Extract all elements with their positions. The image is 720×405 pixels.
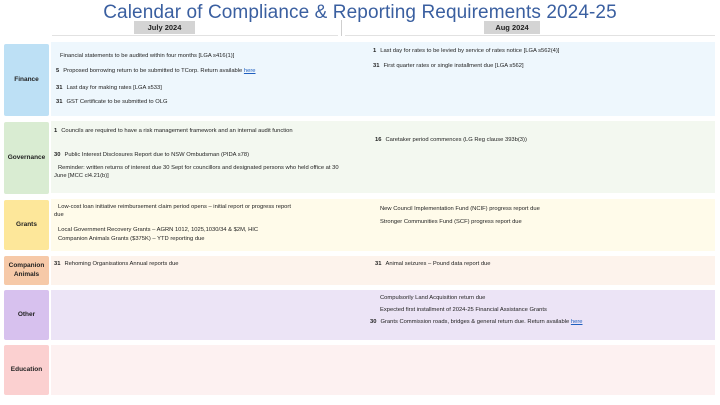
row-label-grants: Grants <box>4 200 49 250</box>
other-aug-item-3: 30 Grants Commission roads, bridges & gen… <box>370 319 583 325</box>
governance-july-item-1: 1 Councils are required to have a risk ma… <box>54 128 293 134</box>
governance-aug-item-1: 16 Caretaker period commences (LG Reg cla… <box>375 137 527 143</box>
month-header-august: Aug 2024 <box>484 21 540 34</box>
grants-july-item-1: Low-cost loan initiative reimbursement c… <box>54 204 291 219</box>
finance-july-item-2: 5 Proposed borrowing return to be submitt… <box>56 68 256 74</box>
column-divider <box>341 20 342 36</box>
finance-aug-item-1: 1 Last day for rates to be levied by serv… <box>373 48 560 54</box>
grants-aug-item-1: New Council Implementation Fund (NCIF) p… <box>380 206 540 212</box>
governance-july-item-2: 30 Public Interest Disclosures Report due… <box>54 152 250 158</box>
row-label-governance: Governance <box>4 122 49 194</box>
grants-aug-item-2: Stronger Communities Fund (SCF) progress… <box>380 219 522 225</box>
finance-july-item-3: 31 Last day for making rates [LGA s533] <box>56 85 162 91</box>
other-aug-item-2: Expected first installment of 2024-25 Fi… <box>380 307 547 313</box>
governance-july-item-3: Reminder: written returns of interest du… <box>54 165 339 180</box>
month-underline-left <box>52 35 338 36</box>
grants-commission-link[interactable]: here <box>571 319 583 325</box>
month-underline-right <box>345 35 715 36</box>
companion-july-item-1: 31 Rehoming Organisations Annual reports … <box>54 261 179 267</box>
row-label-finance: Finance <box>4 44 49 116</box>
finance-aug-item-2: 31 First quarter rates or single installm… <box>373 63 524 69</box>
finance-july-item-1: Financial statements to be audited withi… <box>60 53 235 59</box>
row-label-companion-animals: Companion Animals <box>4 256 49 285</box>
companion-aug-item-1: 31 Animal seizures – Pound data report du… <box>375 261 491 267</box>
borrowing-return-link[interactable]: here <box>244 68 256 74</box>
row-label-other: Other <box>4 290 49 340</box>
other-aug-item-1: Compulsorily Land Acquisition return due <box>380 295 486 301</box>
month-header-july: July 2024 <box>134 21 195 34</box>
finance-july-item-4: 31 GST Certificate to be submitted to OLG <box>56 99 168 105</box>
row-label-education: Education <box>4 345 49 395</box>
grants-july-item-3: Companion Animals Grants ($375K) – YTD r… <box>58 236 205 242</box>
grants-july-item-2: Local Government Recovery Grants – AGRN … <box>58 227 259 233</box>
row-education <box>51 345 715 395</box>
page-title: Calendar of Compliance & Reporting Requi… <box>103 2 617 23</box>
